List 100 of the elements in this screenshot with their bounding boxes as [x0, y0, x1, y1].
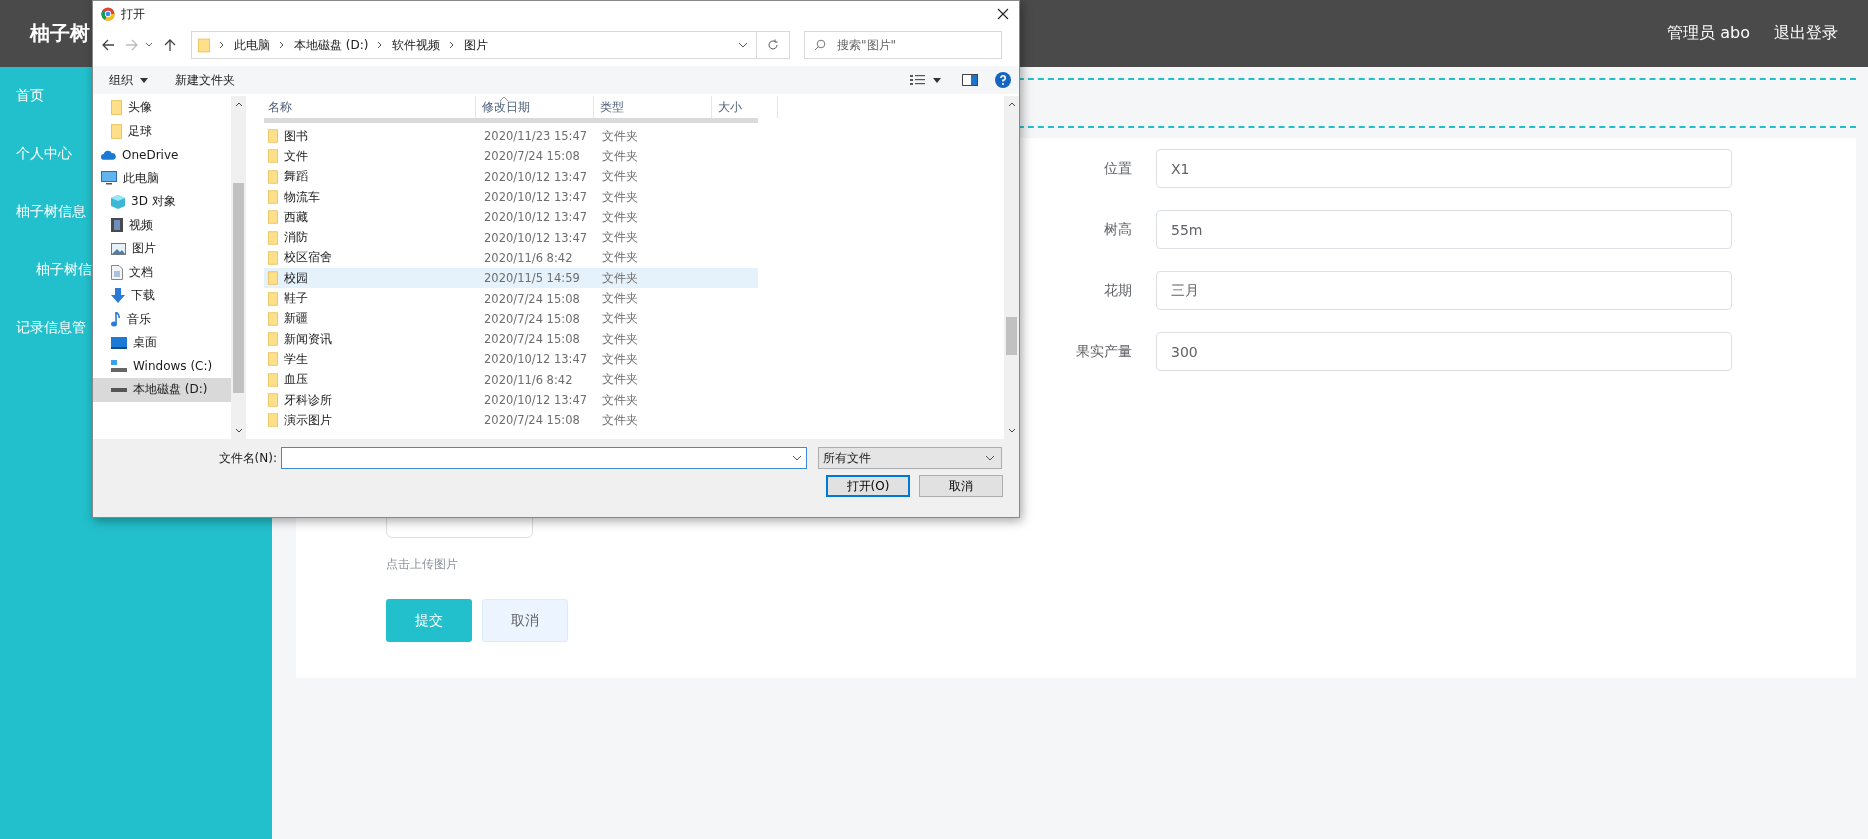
input-field[interactable]: 300	[1156, 332, 1732, 371]
file-row[interactable]: 学生 2020/10/12 13:47 文件夹	[264, 349, 758, 370]
address-bar[interactable]: 此电脑 本地磁盘 (D:) 软件视频 图片	[191, 31, 757, 59]
navigation-item[interactable]: 此电脑	[93, 166, 231, 190]
file-type: 文件夹	[601, 392, 639, 408]
dropdown-caret-icon[interactable]	[933, 77, 941, 83]
new-folder-button[interactable]: 新建文件夹	[175, 71, 235, 89]
path-segment[interactable]: 此电脑	[234, 36, 270, 54]
navigation-item[interactable]: 足球	[93, 119, 231, 143]
logout-link[interactable]: 退出登录	[1774, 23, 1838, 44]
scrollbar[interactable]	[231, 96, 246, 439]
back-arrow-icon[interactable]	[101, 38, 115, 52]
cloud-icon	[101, 149, 116, 160]
cancel-button[interactable]: 取消	[919, 475, 1003, 497]
file-type: 文件夹	[601, 189, 639, 205]
navigation-item[interactable]: 文档	[93, 260, 231, 284]
field-label: 果实产量	[1075, 342, 1132, 361]
input-field[interactable]: 三月	[1156, 271, 1732, 310]
file-row[interactable]: 新闻资讯 2020/7/24 15:08 文件夹	[264, 328, 758, 350]
image-icon	[111, 242, 126, 255]
file-name: 学生	[284, 351, 308, 367]
up-arrow-icon[interactable]	[163, 38, 177, 52]
scroll-up-icon[interactable]	[234, 102, 243, 107]
input-field[interactable]: 55m	[1156, 210, 1732, 249]
chevron-right-icon	[279, 41, 285, 49]
navigation-item[interactable]: 头像	[93, 96, 231, 120]
path-segment[interactable]: 软件视频	[392, 36, 441, 54]
file-row[interactable]: 校园 2020/11/5 14:59 文件夹	[264, 268, 758, 289]
folder-icon	[268, 311, 278, 326]
navigation-item[interactable]: Windows (C:)	[93, 354, 231, 378]
file-row[interactable]: 校区宿舍 2020/11/6 8:42 文件夹	[264, 247, 758, 269]
file-name: 消防	[284, 230, 308, 246]
file-name: 鞋子	[284, 291, 308, 306]
scroll-down-icon[interactable]	[234, 428, 243, 433]
navigation-item[interactable]: 音乐	[93, 307, 231, 331]
scroll-thumb[interactable]	[1006, 317, 1017, 355]
scroll-down-icon[interactable]	[1007, 428, 1016, 433]
file-name-field[interactable]	[281, 447, 807, 469]
cancel-button[interactable]: 取消	[482, 599, 568, 642]
scroll-thumb[interactable]	[233, 183, 244, 393]
film-icon	[111, 218, 123, 233]
folder-icon	[268, 250, 278, 265]
file-type-dropdown[interactable]: 所有文件	[818, 447, 1002, 469]
file-type: 文件夹	[601, 331, 639, 347]
folder-icon	[268, 149, 278, 164]
preview-pane-icon[interactable]	[962, 74, 978, 86]
open-button[interactable]: 打开(O)	[826, 475, 910, 497]
file-type: 文件夹	[601, 128, 639, 144]
file-row[interactable]: 图书 2020/11/23 15:47 文件夹	[264, 126, 758, 147]
file-type: 文件夹	[601, 311, 639, 327]
navigation-item[interactable]: 视频	[93, 213, 231, 237]
scrollbar[interactable]	[1004, 96, 1019, 439]
navigation-item[interactable]: 桌面	[93, 331, 231, 355]
file-row[interactable]: 新疆 2020/7/24 15:08 文件夹	[264, 308, 758, 329]
folder-icon	[268, 271, 278, 286]
navigation-item[interactable]: 图片	[93, 237, 231, 261]
file-row[interactable]: 物流车 2020/10/12 13:47 文件夹	[264, 186, 758, 208]
file-row[interactable]: 鞋子 2020/7/24 15:08 文件夹	[264, 288, 758, 309]
file-date: 2020/7/24 15:08	[483, 332, 581, 347]
chevron-right-icon	[449, 41, 456, 49]
navigation-item[interactable]: 3D 对象	[93, 190, 231, 214]
file-row[interactable]: 文件 2020/7/24 15:08 文件夹	[264, 146, 758, 167]
cube-icon	[111, 194, 125, 209]
file-row[interactable]: 西藏 2020/10/12 13:47 文件夹	[264, 207, 758, 228]
scroll-up-icon[interactable]	[1007, 102, 1016, 107]
search-field[interactable]: 搜索"图片"	[804, 31, 1002, 59]
help-icon[interactable]	[995, 72, 1011, 88]
file-row[interactable]: 血压 2020/11/6 8:42 文件夹	[264, 369, 758, 390]
folder-icon	[268, 210, 278, 225]
navigation-item[interactable]: OneDrive	[93, 143, 231, 167]
folder-icon	[268, 332, 278, 347]
folder-icon	[268, 352, 278, 367]
view-options-icon[interactable]	[910, 74, 926, 86]
file-name: 校区宿舍	[284, 250, 332, 266]
chevron-down-icon[interactable]	[738, 42, 748, 48]
chevron-down-icon[interactable]	[145, 42, 153, 48]
file-type: 文件夹	[601, 270, 639, 286]
input-field[interactable]: X1	[1156, 149, 1732, 188]
file-date: 2020/10/12 13:47	[483, 210, 589, 225]
file-name: 舞蹈	[284, 169, 308, 185]
file-name: 演示图片	[284, 412, 332, 428]
path-segment[interactable]: 本地磁盘 (D:)	[294, 36, 369, 54]
folder-icon	[268, 230, 278, 245]
chevron-down-icon[interactable]	[792, 455, 802, 461]
file-row[interactable]: 演示图片 2020/7/24 15:08 文件夹	[264, 410, 758, 431]
browser-logo-icon	[101, 7, 115, 21]
file-row[interactable]: 消防 2020/10/12 13:47 文件夹	[264, 227, 758, 248]
close-icon[interactable]	[997, 8, 1009, 20]
folder-icon	[198, 37, 210, 53]
file-name: 新疆	[284, 311, 308, 327]
document-icon	[111, 264, 123, 280]
file-name: 新闻资讯	[284, 331, 332, 347]
file-date: 2020/10/12 13:47	[483, 230, 589, 245]
path-segment[interactable]: 图片	[464, 36, 489, 54]
file-row[interactable]: 牙科诊所 2020/10/12 13:47 文件夹	[264, 389, 758, 411]
navigation-item[interactable]: 本地磁盘 (D:)	[93, 378, 231, 402]
organize-menu[interactable]: 组织	[109, 71, 133, 89]
file-type: 文件夹	[601, 412, 639, 428]
navigation-item[interactable]: 下载	[93, 284, 231, 308]
file-row[interactable]: 舞蹈 2020/10/12 13:47 文件夹	[264, 166, 758, 187]
